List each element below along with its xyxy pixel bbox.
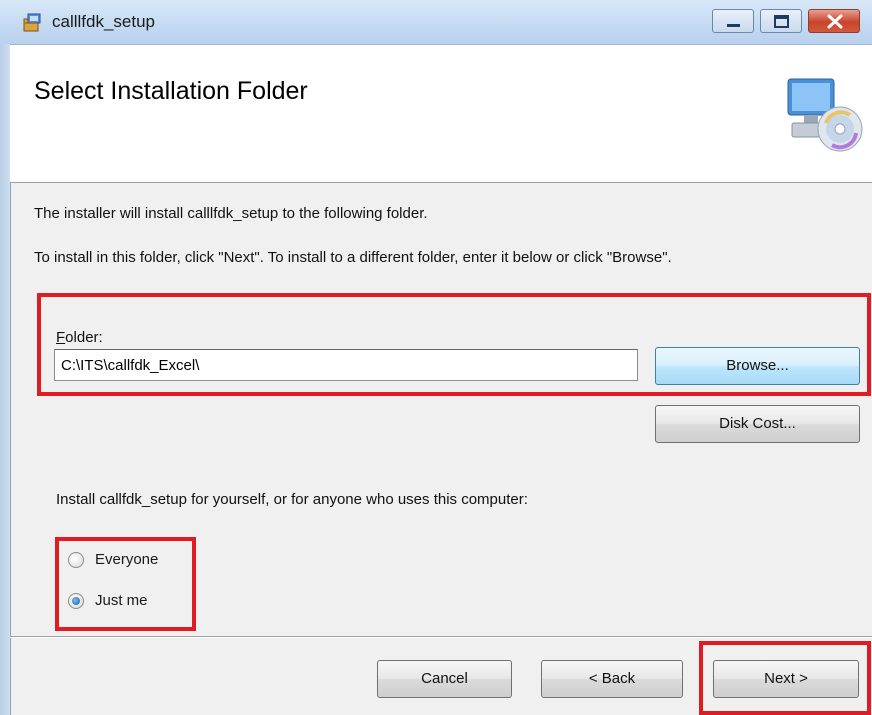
maximize-icon [774, 15, 789, 28]
install-scope-prompt: Install callfdk_setup for yourself, or f… [56, 491, 528, 508]
install-instructions: To install in this folder, click "Next".… [34, 249, 672, 266]
title-bar[interactable]: calllfdk_setup [0, 0, 872, 45]
disk-cost-button[interactable]: Disk Cost... [655, 405, 860, 443]
maximize-button[interactable] [760, 9, 802, 33]
next-button[interactable]: Next > [713, 660, 859, 698]
minimize-icon [727, 24, 740, 27]
folder-label-text: older: [65, 329, 103, 346]
folder-label-accelerator: F [56, 329, 66, 346]
header-banner: Select Installation Folder [10, 45, 872, 183]
radio-button[interactable] [68, 552, 84, 568]
install-description: The installer will install calllfdk_setu… [34, 205, 428, 222]
radio-just-me-label: Just me [95, 592, 148, 609]
window-title: calllfdk_setup [52, 12, 156, 31]
close-icon [827, 14, 843, 29]
folder-label: Folder: [56, 329, 103, 346]
folder-path-input[interactable] [54, 349, 638, 381]
footer-divider [10, 636, 872, 638]
radio-button-selected[interactable] [68, 593, 84, 609]
back-button[interactable]: < Back [541, 660, 683, 698]
page-title: Select Installation Folder [34, 77, 308, 105]
installer-window: calllfdk_setup Select Installation Folde… [0, 0, 872, 715]
close-button[interactable] [808, 9, 860, 33]
installer-package-icon [22, 11, 44, 33]
radio-everyone-label: Everyone [95, 551, 159, 568]
computer-disc-icon [784, 75, 864, 160]
minimize-button[interactable] [712, 9, 754, 33]
cancel-button[interactable]: Cancel [377, 660, 512, 698]
browse-button[interactable]: Browse... [655, 347, 860, 385]
